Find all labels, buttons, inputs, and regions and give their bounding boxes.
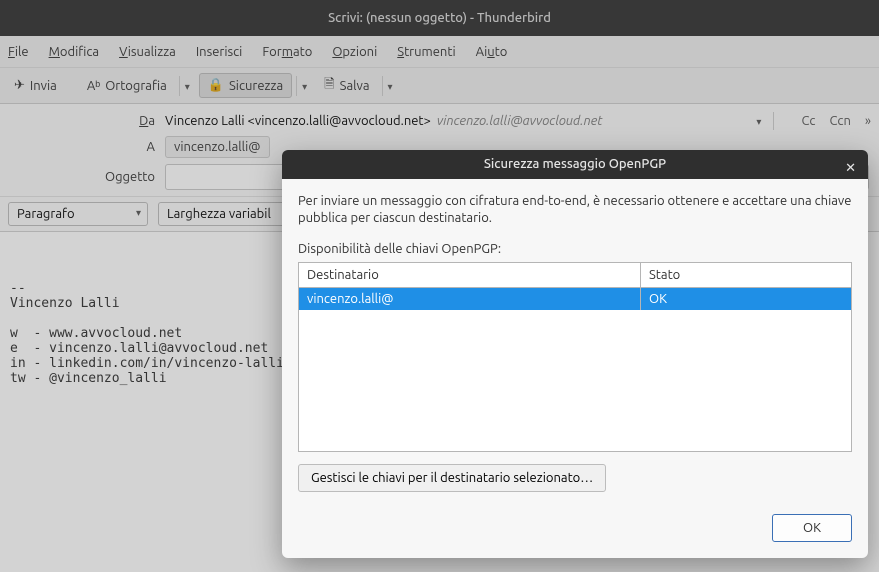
save-label: Salva [340,79,370,93]
more-recipients-button[interactable]: » [865,114,869,128]
font-width-select[interactable]: Larghezza variabil [158,202,294,226]
menu-visualizza[interactable]: Visualizza [119,45,176,59]
menubar: File Modifica Visualizza Inserisci Forma… [0,36,879,68]
font-width-value: Larghezza variabil [167,207,271,221]
security-label: Sicurezza [229,79,283,93]
table-header: Destinatario Stato [299,263,851,288]
dialog-availability-label: Disponibilità delle chiavi OpenPGP: [298,242,852,256]
from-label: Da [10,114,165,128]
openpgp-security-dialog: Sicurezza messaggio OpenPGP ✕ Per inviar… [282,150,868,558]
security-dropdown[interactable] [296,76,312,96]
cell-status: OK [641,288,851,310]
column-status[interactable]: Stato [641,263,851,287]
spelling-label: Ortografia [105,79,167,93]
dialog-title: Sicurezza messaggio OpenPGP [484,157,666,171]
table-row[interactable]: vincenzo.lalli@ OK [299,288,851,310]
to-recipient-pill[interactable]: vincenzo.lalli@ [165,136,270,158]
from-identity[interactable]: Vincenzo Lalli <vincenzo.lalli@avvocloud… [165,114,431,128]
menu-inserisci[interactable]: Inserisci [196,45,243,59]
save-icon: 🗎 [324,75,334,97]
ccn-button[interactable]: Ccn [829,114,850,128]
subject-label: Oggetto [10,170,165,184]
dialog-close-button[interactable]: ✕ [845,158,856,176]
ok-button[interactable]: OK [772,514,852,542]
spelling-button[interactable]: Aᵇ Ortografia [79,74,175,97]
menu-strumenti[interactable]: Strumenti [397,45,455,59]
paragraph-style-value: Paragrafo [17,207,75,221]
compose-toolbar: ✈ Invia Aᵇ Ortografia 🔒 Sicurezza 🗎 Salv… [0,68,879,104]
lock-icon: 🔒 [208,78,224,93]
send-label: Invia [30,79,57,93]
spellcheck-icon: Aᵇ [87,78,100,93]
menu-aiuto[interactable]: Aiuto [476,45,508,59]
security-button[interactable]: 🔒 Sicurezza [199,73,292,98]
from-identity-dropdown[interactable] [752,114,765,128]
menu-formato[interactable]: Formato [262,45,312,59]
send-icon: ✈ [14,78,25,93]
window-titlebar: Scrivi: (nessun oggetto) - Thunderbird [0,0,879,36]
spelling-dropdown[interactable] [179,76,195,96]
menu-opzioni[interactable]: Opzioni [332,45,377,59]
manage-keys-button[interactable]: Gestisci le chiavi per il destinatario s… [298,464,606,492]
window-title: Scrivi: (nessun oggetto) - Thunderbird [328,11,551,25]
menu-file[interactable]: File [8,45,29,59]
save-dropdown[interactable] [382,76,398,96]
key-availability-table: Destinatario Stato vincenzo.lalli@ OK [298,262,852,452]
cell-recipient: vincenzo.lalli@ [299,288,641,310]
dialog-message: Per inviare un messaggio con cifratura e… [298,193,852,228]
dialog-titlebar: Sicurezza messaggio OpenPGP ✕ [282,150,868,179]
to-label: A [10,140,165,154]
cc-button[interactable]: Cc [801,114,815,128]
send-button[interactable]: ✈ Invia [6,74,65,97]
save-button[interactable]: 🗎 Salva [316,71,377,101]
paragraph-style-select[interactable]: Paragrafo [8,202,148,226]
close-icon: ✕ [845,161,856,175]
column-recipient[interactable]: Destinatario [299,263,641,287]
menu-modifica[interactable]: Modifica [49,45,99,59]
from-identity-email: vincenzo.lalli@avvocloud.net [437,114,603,128]
